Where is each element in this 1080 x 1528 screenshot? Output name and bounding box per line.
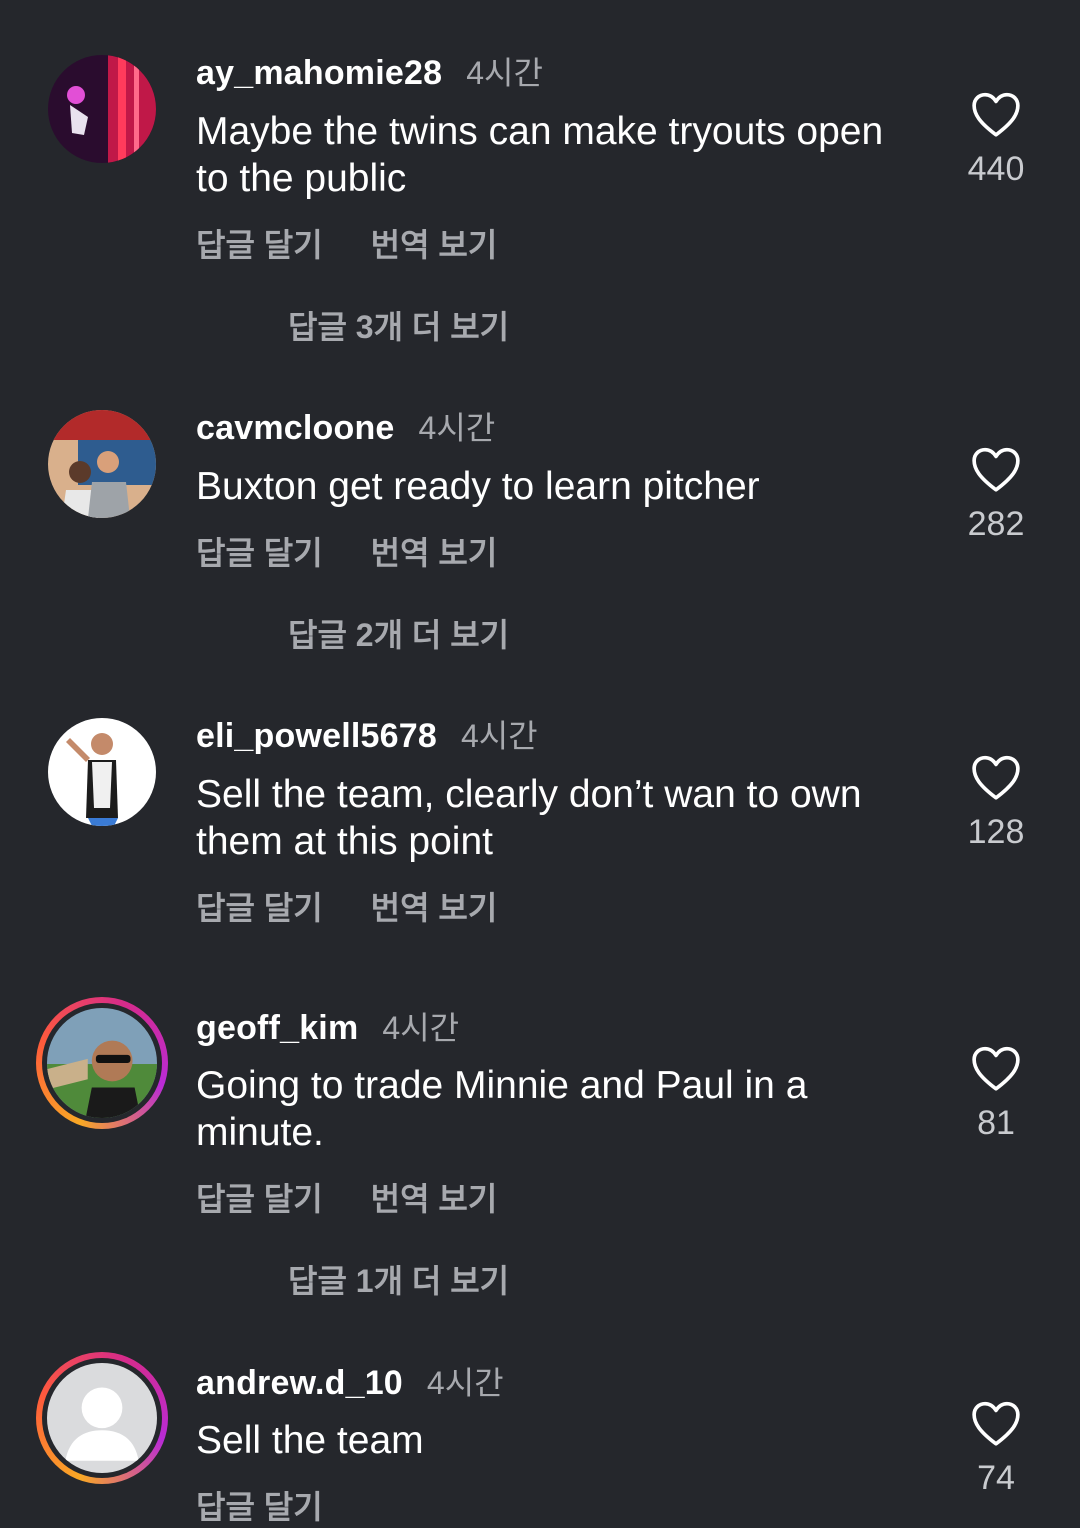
like-count: 81: [977, 1104, 1015, 1142]
timestamp: 4시간: [460, 718, 538, 754]
avatar[interactable]: [36, 1352, 168, 1484]
heart-outline-icon: [972, 1401, 1020, 1446]
timestamp: 4시간: [466, 55, 543, 91]
heart-outline-icon: [972, 1046, 1020, 1091]
avatar[interactable]: [48, 718, 156, 826]
translate-button[interactable]: 번역 보기: [371, 528, 498, 574]
timestamp: 4시간: [418, 410, 496, 446]
avatar[interactable]: [48, 55, 156, 163]
heart-outline-icon: [972, 447, 1020, 492]
like-button[interactable]: 74: [940, 1401, 1052, 1498]
view-more-replies-button[interactable]: 답글 3개 더 보기: [288, 302, 509, 348]
comment-text: Sell the team: [196, 1419, 424, 1462]
username[interactable]: ay_mahomie28: [196, 54, 442, 93]
comment-text: Sell the team, clearly don’t wan to own …: [196, 773, 862, 863]
like-count: 282: [967, 505, 1025, 543]
view-more-replies-button[interactable]: 답글 1개 더 보기: [288, 1256, 509, 1302]
like-button[interactable]: 81: [940, 1046, 1052, 1143]
reply-button[interactable]: 답글 달기: [196, 1174, 323, 1220]
comment-text: Maybe the twins can make tryouts open to…: [196, 110, 884, 200]
avatar[interactable]: [48, 410, 156, 518]
reply-button[interactable]: 답글 달기: [196, 220, 323, 266]
like-button[interactable]: 282: [940, 447, 1052, 544]
translate-button[interactable]: 번역 보기: [371, 1174, 498, 1220]
like-count: 128: [967, 813, 1025, 851]
username[interactable]: cavmcloone: [196, 409, 395, 448]
username[interactable]: andrew.d_10: [196, 1364, 403, 1403]
reply-button[interactable]: 답글 달기: [196, 528, 323, 574]
reply-button[interactable]: 답글 달기: [196, 883, 323, 929]
like-button[interactable]: 128: [940, 755, 1052, 852]
like-count: 440: [967, 150, 1025, 188]
translate-button[interactable]: 번역 보기: [371, 220, 498, 266]
timestamp: 4시간: [382, 1010, 460, 1046]
like-button[interactable]: 440: [940, 92, 1052, 189]
comment-text: Buxton get ready to learn pitcher: [196, 465, 760, 508]
heart-outline-icon: [972, 755, 1020, 800]
translate-button[interactable]: 번역 보기: [371, 883, 498, 929]
username[interactable]: eli_powell5678: [196, 717, 437, 756]
timestamp: 4시간: [426, 1365, 504, 1401]
avatar[interactable]: [36, 997, 168, 1129]
view-more-replies-button[interactable]: 답글 2개 더 보기: [288, 610, 509, 656]
heart-outline-icon: [972, 92, 1020, 137]
reply-button[interactable]: 답글 달기: [196, 1482, 323, 1528]
like-count: 74: [977, 1459, 1015, 1497]
username[interactable]: geoff_kim: [196, 1009, 358, 1048]
comment-text: Going to trade Minnie and Paul in a minu…: [196, 1064, 808, 1154]
